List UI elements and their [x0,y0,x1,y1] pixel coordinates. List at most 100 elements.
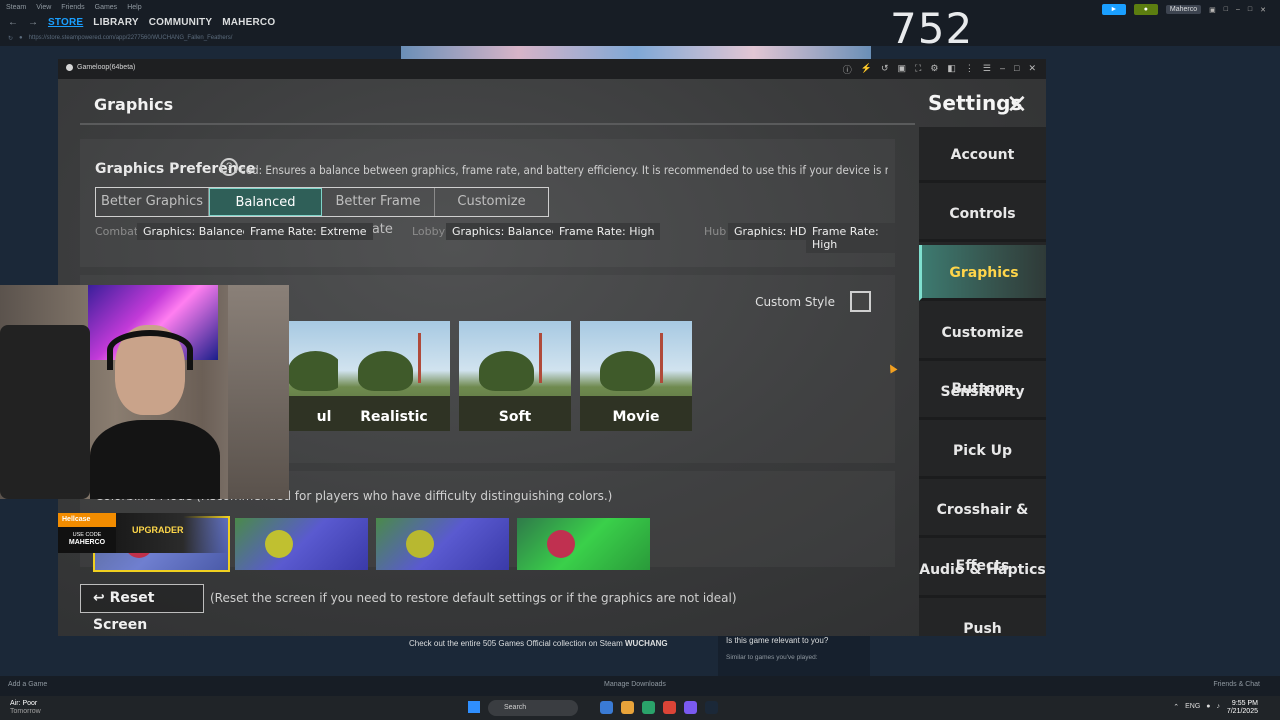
forward-arrow-icon[interactable]: → [28,17,38,28]
close-icon[interactable]: ✕ [1260,6,1266,14]
tab-profile[interactable]: MAHERCO [222,17,275,28]
menu-steam[interactable]: Steam [6,4,26,11]
window-maximize-icon[interactable]: □ [1014,63,1019,76]
lobby-label: Lobby [412,225,446,238]
folder-icon[interactable] [621,701,634,714]
upgrader-label: UPGRADER [116,513,228,553]
sidebar-icon[interactable]: ◧ [947,63,956,76]
sidebar-item-account[interactable]: Account [919,127,1046,183]
header-divider [80,123,915,125]
maximize-icon[interactable]: □ [1248,6,1252,13]
option-balanced[interactable]: Balanced [209,188,322,216]
boost-icon[interactable]: ⚡ [861,63,872,76]
undo-icon: ↩ [93,590,105,606]
style-card-realistic[interactable]: Realistic [338,321,450,431]
tree-graphic [479,351,534,391]
language-indicator[interactable]: ENG [1185,703,1200,711]
colorblind-option-2[interactable] [235,518,368,570]
lobby-graphics: Graphics: Balanced [446,223,565,240]
tab-community[interactable]: COMMUNITY [149,17,212,28]
sponsor-code: MAHERCO [68,539,106,546]
sidebar-item-sensitivity[interactable]: Sensitivity [919,364,1046,420]
manage-downloads-button[interactable]: Manage Downloads [604,681,666,688]
settings-close-icon[interactable]: ✕ [1006,91,1028,117]
menu-view[interactable]: View [36,4,51,11]
sidebar-item-crosshair[interactable]: Crosshair & Effects [919,482,1046,574]
lock-icon: ● [19,35,23,41]
menu-friends[interactable]: Friends [61,4,84,11]
user-menu[interactable]: Maherco [1165,5,1202,14]
tab-library[interactable]: LIBRARY [93,17,138,28]
settings-sidebar: Account Controls Graphics Customize Butt… [919,127,1046,636]
back-arrow-icon[interactable]: ← [8,17,18,28]
style-card-movie[interactable]: Movie [580,321,692,431]
sidebar-item-customize-buttons[interactable]: Customize Buttons [919,305,1046,397]
custom-style-label: Custom Style [755,295,835,309]
option-customize[interactable]: Customize [435,188,548,216]
fullscreen-icon[interactable]: ⛶ [915,63,921,76]
steam-icon[interactable] [705,701,718,714]
window-minimize-icon[interactable]: – [1000,63,1005,76]
option-better-frame-rate[interactable]: Better Frame Rate [322,188,435,237]
wifi-icon[interactable]: ● [1206,703,1210,711]
option-better-graphics[interactable]: Better Graphics [96,188,209,216]
url-text[interactable]: https://store.steampowered.com/app/22775… [29,35,233,42]
taskbar-apps [600,701,718,714]
windows-start-icon[interactable] [468,701,480,713]
sidebar-item-graphics[interactable]: Graphics [919,245,1046,301]
add-game-button[interactable]: Add a Game [8,681,47,688]
chrome-icon[interactable] [663,701,676,714]
sidebar-item-audio[interactable]: Audio & Haptics [919,542,1046,598]
screenshot-icon[interactable]: ▣ [898,63,907,76]
map-marker-icon [547,530,575,558]
webcam-overlay [0,285,289,499]
hamburger-icon[interactable]: ☰ [983,63,991,76]
menu-help[interactable]: Help [127,4,141,11]
gameloop-logo-icon [66,64,73,71]
notification-icon[interactable]: ● [1133,4,1158,15]
lobby-fps: Frame Rate: High [553,223,661,240]
rotate-icon[interactable]: ↺ [881,63,889,76]
question-icon[interactable]: ? [220,158,238,176]
gameloop-titlebar: Gameloop(64beta) ⓘ ⚡ ↺ ▣ ⛶ ⚙ ◧ ⋮ ☰ – □ ✕ [58,59,1046,79]
menu-icon[interactable]: ⋮ [965,63,974,76]
reset-screen-button[interactable]: ↩ Reset Screen [80,584,204,633]
preference-description: ced: Ensures a balance between graphics,… [240,163,888,177]
taskbar-clock[interactable]: 9:55 PM 7/21/2025 [1227,700,1258,716]
help-icon[interactable]: ⓘ [843,63,852,76]
collection-text[interactable]: Check out the entire 505 Games Official … [409,639,623,648]
file-explorer-icon[interactable] [600,701,613,714]
edge-icon[interactable] [642,701,655,714]
minimize-icon[interactable]: – [1236,6,1240,13]
sidebar-item-controls[interactable]: Controls [919,186,1046,242]
custom-style-checkbox[interactable] [850,291,871,312]
wuchang-logo: WUCHANG [624,639,668,648]
weather-text: Air: Poor [10,700,38,707]
relevance-question: Is this game relevant to you? [726,636,829,645]
friends-chat-button[interactable]: Friends & Chat [1213,681,1260,688]
style-card-soft[interactable]: Soft [459,321,571,431]
vr-icon[interactable]: ▣ [1209,6,1216,14]
settings-gear-icon[interactable]: ⚙ [930,63,938,76]
colorblind-option-3[interactable] [376,518,509,570]
windows-taskbar: Air: Poor Tomorrow Search ⌃ ENG ● ♪ 9:55… [0,696,1280,720]
colorblind-option-4[interactable] [517,518,650,570]
sidebar-item-push-notifications[interactable]: Push Notifications [919,601,1046,636]
broadcast-icon[interactable]: ► [1101,4,1126,15]
weather-widget[interactable]: Air: Poor Tomorrow [10,700,41,716]
steam-bottom-bar: Add a Game Manage Downloads Friends & Ch… [0,676,1280,696]
steam-menu: Steam View Friends Games Help [6,4,142,11]
gameloop-controls: ⓘ ⚡ ↺ ▣ ⛶ ⚙ ◧ ⋮ ☰ – □ ✕ [843,63,1036,76]
tab-store[interactable]: STORE [48,17,83,28]
store-collection-strip[interactable]: Check out the entire 505 Games Official … [402,636,712,676]
window-close-icon[interactable]: ✕ [1028,63,1036,76]
sidebar-item-pick-up[interactable]: Pick Up [919,423,1046,479]
menu-games[interactable]: Games [95,4,118,11]
monitor-icon[interactable]: □ [1224,6,1228,13]
reload-icon[interactable]: ↻ [8,35,13,42]
volume-icon[interactable]: ♪ [1217,703,1221,711]
tray-chevron-icon[interactable]: ⌃ [1173,703,1179,711]
taskbar-search[interactable]: Search [488,700,578,716]
headset-icon [107,330,193,370]
discord-icon[interactable] [684,701,697,714]
